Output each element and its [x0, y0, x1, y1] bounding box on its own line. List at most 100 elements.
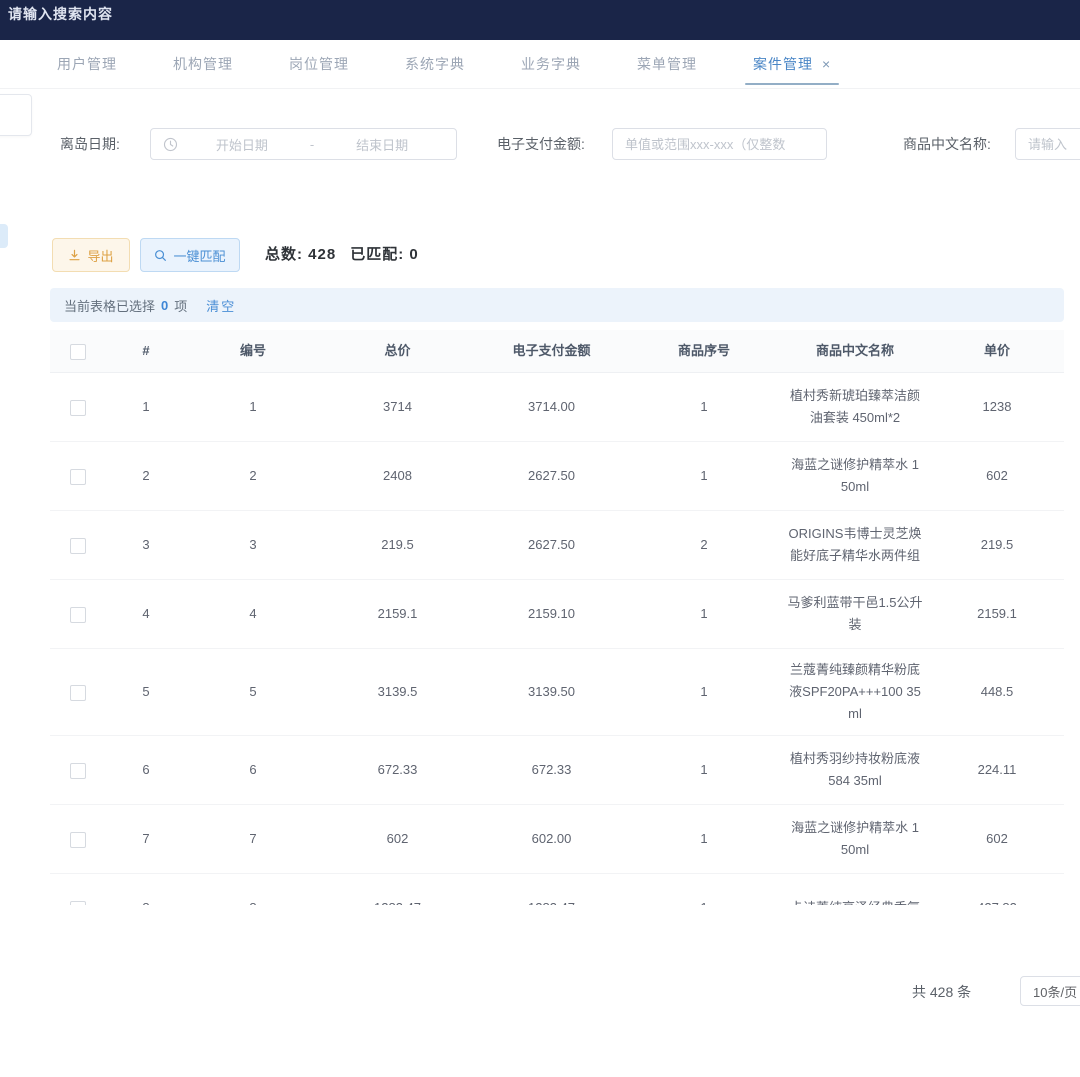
select-all-cell [50, 340, 106, 362]
tab-org-management[interactable]: 机构管理 [171, 40, 235, 88]
table-row: 553139.53139.501兰蔻菁纯臻颜精华粉底液SPF20PA+++100… [50, 649, 1064, 736]
start-date-placeholder[interactable]: 开始日期 [180, 135, 304, 154]
row-checkbox[interactable] [70, 469, 86, 485]
row-checkbox[interactable] [70, 763, 86, 779]
table-cell: 2 [186, 465, 320, 487]
select-all-checkbox[interactable] [70, 344, 86, 360]
table-body: 1137143714.001植村秀新琥珀臻萃洁颜油套装 450ml*212382… [50, 373, 1064, 905]
clear-selection-link[interactable]: 清空 [206, 296, 236, 315]
tab-case-management[interactable]: 案件管理 × [751, 40, 833, 88]
table-cell: 1 [106, 396, 186, 418]
row-select-cell [50, 534, 106, 556]
tab-business-dict[interactable]: 业务字典 [519, 40, 583, 88]
table-header-row: #编号总价电子支付金额商品序号商品中文名称单价 [50, 330, 1064, 373]
table-row: 1137143714.001植村秀新琥珀臻萃洁颜油套装 450ml*21238 [50, 373, 1064, 442]
table-cell: 219.5 [930, 534, 1064, 556]
column-header: 单价 [930, 340, 1064, 362]
table-cell: 1 [628, 759, 780, 781]
active-tab-underline [745, 83, 839, 85]
tab-user-management[interactable]: 用户管理 [55, 40, 119, 88]
global-search-input[interactable]: 请输入搜索内容 [8, 4, 113, 24]
table-cell: 5 [186, 681, 320, 703]
tab-case-management-label: 案件管理 [753, 54, 813, 74]
table-cell: 植村秀羽纱持妆粉底液 584 35ml [780, 738, 930, 802]
table-cell: 1 [628, 603, 780, 625]
one-key-match-button[interactable]: 一键匹配 [140, 238, 240, 272]
tab-post-management[interactable]: 岗位管理 [287, 40, 351, 88]
table-cell: 602 [930, 828, 1064, 850]
matched-value: 0 [409, 246, 418, 263]
one-key-match-label: 一键匹配 [173, 246, 225, 265]
tab-bar: 用户管理 机构管理 岗位管理 系统字典 业务字典 菜单管理 案件管理 × [0, 40, 1080, 89]
table-cell: 海蓝之谜修护精萃水 1 50ml [780, 807, 930, 871]
table-cell: 2159.1 [930, 603, 1064, 625]
table-cell: 3 [186, 534, 320, 556]
table-cell: 219.5 [320, 534, 475, 556]
row-checkbox[interactable] [70, 538, 86, 554]
row-select-cell [50, 828, 106, 850]
row-checkbox[interactable] [70, 400, 86, 416]
row-select-cell [50, 396, 106, 418]
table-cell: 602 [930, 465, 1064, 487]
row-select-cell [50, 465, 106, 487]
top-navbar: 请输入搜索内容 [0, 0, 1080, 40]
column-header: 商品序号 [628, 340, 780, 362]
end-date-placeholder[interactable]: 结束日期 [320, 135, 444, 154]
cases-table: #编号总价电子支付金额商品序号商品中文名称单价 1137143714.001植村… [50, 330, 1064, 905]
product-name-filter-label: 商品中文名称: [903, 128, 991, 160]
table-cell: 植村秀新琥珀臻萃洁颜油套装 450ml*2 [780, 375, 930, 439]
table-cell: 1 [628, 465, 780, 487]
tab-close-icon[interactable]: × [822, 56, 831, 72]
date-range-picker[interactable]: 开始日期 - 结束日期 [150, 128, 457, 160]
table-row: 2224082627.501海蓝之谜修护精萃水 1 50ml602 [50, 442, 1064, 511]
table-row: 442159.12159.101马爹利蓝带干邑1.5公升装2159.1 [50, 580, 1064, 649]
row-checkbox[interactable] [70, 901, 86, 905]
table-cell: 马爹利蓝带干邑1.5公升装 [780, 582, 930, 646]
table-cell: 7 [106, 828, 186, 850]
table-cell: 1283.47 [475, 897, 628, 905]
table-row: 33219.52627.502ORIGINS韦博士灵芝焕能好底子精华水两件组21… [50, 511, 1064, 580]
matched-label: 已匹配: [350, 246, 409, 263]
row-select-cell [50, 897, 106, 905]
table-cell: 1283.47 [320, 897, 475, 905]
export-button[interactable]: 导出 [52, 238, 130, 272]
table-row: 77602602.001海蓝之谜修护精萃水 1 50ml602 [50, 805, 1064, 874]
table-cell: 3139.5 [320, 681, 475, 703]
page-size-select[interactable]: 10条/页 [1020, 976, 1080, 1006]
table-cell: 海蓝之谜修护精萃水 1 50ml [780, 444, 930, 508]
table-cell: 672.33 [320, 759, 475, 781]
export-button-label: 导出 [87, 246, 113, 265]
total-value: 428 [308, 246, 336, 263]
row-checkbox[interactable] [70, 607, 86, 623]
table-cell: 3 [106, 534, 186, 556]
app-screen: 请输入搜索内容 用户管理 机构管理 岗位管理 系统字典 业务字典 菜单管理 案件… [0, 0, 1080, 1077]
column-header: # [106, 340, 186, 362]
row-checkbox[interactable] [70, 685, 86, 701]
row-select-cell [50, 681, 106, 703]
table-cell: 2408 [320, 465, 475, 487]
table-cell: ORIGINS韦博士灵芝焕能好底子精华水两件组 [780, 513, 930, 577]
tab-menu-management[interactable]: 菜单管理 [635, 40, 699, 88]
tab-system-dict[interactable]: 系统字典 [403, 40, 467, 88]
table-cell: 2 [628, 534, 780, 556]
table-cell: 5 [106, 681, 186, 703]
table-cell: 1 [186, 396, 320, 418]
page-size-value: 10条/页 [1033, 982, 1077, 1001]
table-cell: 4 [106, 603, 186, 625]
search-icon [154, 249, 167, 262]
row-select-cell [50, 759, 106, 781]
row-checkbox[interactable] [70, 832, 86, 848]
product-name-input[interactable] [1015, 128, 1080, 160]
selection-suffix: 项 [174, 296, 187, 315]
table-cell: 8 [186, 897, 320, 905]
table-cell: 7 [186, 828, 320, 850]
table-cell: 2159.10 [475, 603, 628, 625]
table-cell: 2 [106, 465, 186, 487]
amount-input[interactable] [612, 128, 827, 160]
table-cell: 1 [628, 396, 780, 418]
table-cell: 6 [186, 759, 320, 781]
total-label: 总数: [265, 246, 308, 263]
table-cell: 602.00 [475, 828, 628, 850]
match-stats: 总数: 428 已匹配: 0 [265, 238, 419, 272]
selection-prefix: 当前表格已选择 [64, 296, 155, 315]
